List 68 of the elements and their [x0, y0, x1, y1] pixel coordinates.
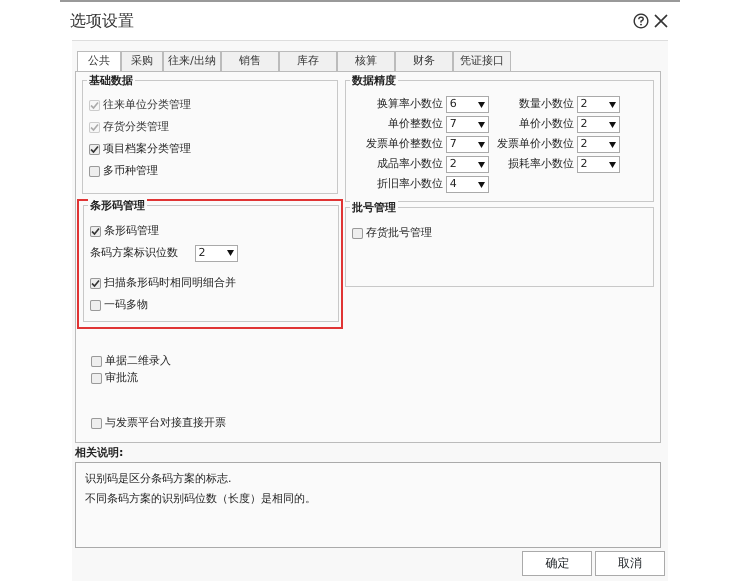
checkbox-label: 单据二维录入: [105, 353, 171, 370]
dialog-button[interactable]: 取消: [595, 550, 665, 576]
close-icon[interactable]: [654, 14, 668, 28]
field-label: 单价整数位: [388, 116, 443, 132]
tab[interactable]: 凭证接口: [453, 51, 511, 70]
field-label: 折旧率小数位: [377, 176, 443, 192]
field-label: 发票单价小数位: [496, 136, 574, 152]
dropdown[interactable]: 7: [446, 136, 489, 153]
checkbox[interactable]: [91, 418, 102, 429]
caret-icon: [478, 102, 485, 108]
tab[interactable]: 往来/出纳: [163, 51, 221, 70]
checkbox-label: 审批流: [105, 370, 138, 386]
caret-icon: [478, 182, 485, 188]
group-title: 基础数据: [87, 72, 135, 89]
checkbox-label: 多币种管理: [103, 163, 158, 180]
checkbox[interactable]: [89, 166, 100, 177]
help-icon[interactable]: [632, 13, 648, 29]
checkbox-label: 条形码管理: [104, 222, 159, 239]
caret-icon: [608, 142, 616, 148]
checkbox-label: 项目档案分类管理: [103, 141, 191, 158]
dropdown[interactable]: 2: [576, 96, 620, 113]
checkbox-label: 往来单位分类管理: [103, 97, 191, 114]
field-label: 换算率小数位: [377, 96, 443, 112]
checkbox[interactable]: [352, 228, 363, 238]
field-label: 损耗率小数位: [508, 156, 574, 172]
tab[interactable]: 销售: [221, 51, 279, 70]
checkbox[interactable]: [90, 300, 101, 310]
field-label: 条码方案标识位数: [90, 244, 178, 261]
checkbox-label: 扫描条形码时相同明细合并: [104, 274, 236, 291]
tab[interactable]: 采购: [121, 51, 163, 70]
caret-icon: [608, 122, 616, 128]
checkbox-label: 存货批号管理: [366, 224, 432, 241]
dropdown[interactable]: 4: [446, 176, 489, 193]
caret-icon: [478, 122, 485, 128]
checkbox[interactable]: [91, 356, 102, 367]
tab[interactable]: 库存: [279, 51, 337, 70]
field-label: 数量小数位: [518, 96, 574, 112]
window-title: 选项设置: [70, 10, 134, 32]
dropdown[interactable]: 7: [446, 116, 489, 133]
checkbox[interactable]: [90, 226, 101, 236]
field-label: 成品率小数位: [377, 156, 443, 172]
checkbox-label: 与发票平台对接直接开票: [105, 415, 226, 432]
checkbox-label: 存货分类管理: [103, 119, 169, 136]
dropdown[interactable]: 2: [194, 244, 238, 262]
dropdown[interactable]: 6: [446, 96, 489, 113]
caret-icon: [478, 162, 485, 168]
checkbox[interactable]: [89, 144, 100, 155]
group-title: 数据精度: [350, 72, 398, 89]
dropdown[interactable]: 2: [446, 156, 489, 173]
checkbox[interactable]: [90, 278, 101, 288]
caret-icon: [608, 102, 616, 108]
dropdown[interactable]: 2: [576, 136, 620, 153]
dialog-button[interactable]: 确定: [522, 550, 592, 576]
tab[interactable]: 核算: [337, 51, 395, 70]
field-label: 发票单价整数位: [366, 136, 443, 152]
checkbox-label: 一码多物: [104, 296, 148, 313]
field-label: 单价小数位: [518, 116, 574, 132]
dropdown[interactable]: 2: [576, 116, 620, 133]
tab[interactable]: 公共: [77, 51, 121, 70]
caret-icon: [226, 250, 234, 256]
dropdown[interactable]: 2: [576, 156, 620, 173]
caret-icon: [478, 142, 485, 148]
tab[interactable]: 财务: [395, 51, 453, 70]
checkbox[interactable]: [91, 373, 102, 384]
description-text: 识别码是区分条码方案的标志.: [85, 470, 232, 487]
caret-icon: [608, 162, 616, 168]
section-title: 相关说明:: [75, 445, 124, 462]
description-text: 不同条码方案的识别码位数（长度）是相同的。: [85, 490, 317, 507]
